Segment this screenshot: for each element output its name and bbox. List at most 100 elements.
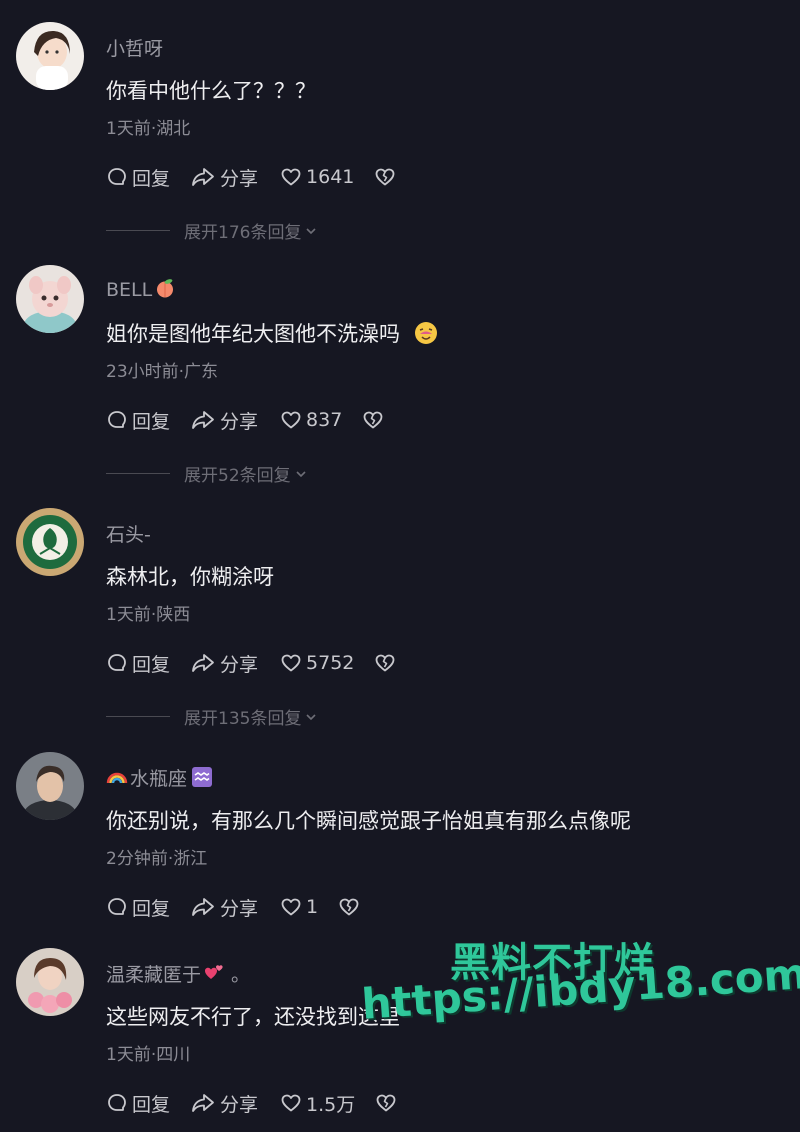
dislike-button[interactable] (362, 409, 388, 431)
like-button[interactable]: 1 (280, 896, 318, 918)
comment-actions: 回复 分享 1.5万 (106, 1090, 401, 1116)
share-label: 分享 (220, 653, 259, 676)
comment-actions: 回复 分享 1641 (106, 164, 400, 190)
username[interactable]: BELL (106, 277, 176, 301)
broken-heart-icon (376, 1094, 396, 1112)
comment-text: 姐你是图他年纪大图他不洗澡吗 (106, 318, 439, 348)
share-label: 分享 (220, 410, 259, 433)
comment-icon (108, 898, 126, 915)
avatar[interactable] (16, 265, 84, 333)
like-count: 1 (306, 896, 319, 918)
username[interactable]: 石头- (106, 520, 151, 547)
share-icon (192, 1094, 214, 1112)
like-count: 5752 (306, 652, 355, 674)
share-icon (192, 898, 214, 916)
comment-icon (108, 411, 126, 428)
expand-replies-label: 展开135条回复 (184, 709, 302, 729)
comment-text: 你还别说，有那么几个瞬间感觉跟子怡姐真有那么点像呢 (106, 809, 631, 833)
reply-label: 回复 (132, 1093, 171, 1116)
broken-heart-icon (363, 411, 383, 429)
like-count: 837 (306, 409, 343, 431)
reply-button[interactable]: 回复 (106, 407, 170, 434)
share-icon (192, 411, 214, 429)
watermark-overlay: 黑料不打烊 https://ibdy18.com (360, 930, 800, 1060)
reply-button[interactable]: 回复 (106, 894, 170, 921)
chevron-down-icon (296, 470, 306, 477)
like-button[interactable]: 837 (280, 409, 342, 431)
rainbow-emoji-icon (106, 772, 128, 784)
heart-icon (281, 1094, 301, 1112)
username-suffix: 。 (231, 964, 251, 986)
divider-line (106, 716, 170, 717)
watermark-url: https://ibdy18.com (360, 948, 800, 1029)
reply-label: 回复 (132, 167, 171, 190)
comment-actions: 回复 分享 5752 (106, 650, 400, 676)
expand-replies[interactable]: 展开135条回复 (106, 704, 318, 729)
share-button[interactable]: 分享 (190, 894, 258, 921)
like-button[interactable]: 5752 (280, 652, 354, 674)
chevron-down-icon (306, 227, 317, 234)
peach-emoji-icon (157, 279, 174, 298)
comment-actions: 回复 分享 837 (106, 407, 388, 433)
share-label: 分享 (220, 1093, 259, 1116)
expand-replies-label: 展开176条回复 (184, 223, 302, 243)
username-text: 水瓶座 (130, 768, 188, 790)
expand-replies-label: 展开52条回复 (184, 466, 291, 486)
heart-icon (281, 168, 301, 186)
comment-meta: 23小时前·广东 (106, 362, 219, 382)
aquarius-emoji-icon (192, 767, 213, 787)
comment-meta: 1天前·四川 (106, 1045, 191, 1065)
reply-label: 回复 (132, 653, 171, 676)
share-button[interactable]: 分享 (190, 164, 258, 191)
reply-button[interactable]: 回复 (106, 164, 170, 191)
comment-icon (108, 1094, 126, 1111)
broken-heart-icon (339, 898, 359, 916)
username-text: 温柔藏匿于 (106, 964, 202, 986)
share-icon (192, 654, 214, 672)
comment-text: 这些网友不行了，还没找到这里 (106, 1005, 400, 1029)
heart-icon (281, 411, 301, 429)
username[interactable]: 水瓶座 (106, 764, 213, 791)
username-text: BELL (106, 279, 153, 301)
share-button[interactable]: 分享 (190, 1090, 258, 1117)
broken-heart-icon (375, 654, 395, 672)
dislike-button[interactable] (374, 166, 400, 188)
reply-label: 回复 (132, 897, 171, 920)
comment-actions: 回复 分享 1 (106, 894, 364, 920)
username[interactable]: 小哲呀 (106, 34, 163, 61)
dislike-button[interactable] (375, 1092, 401, 1114)
avatar[interactable] (16, 948, 84, 1016)
comment-text: 你看中他什么了？？？ (106, 79, 316, 103)
two-hearts-emoji-icon (205, 965, 223, 979)
dislike-button[interactable] (338, 896, 364, 918)
comment-meta: 1天前·陕西 (106, 605, 191, 625)
comment-icon (108, 654, 126, 671)
reply-button[interactable]: 回复 (106, 650, 170, 677)
like-button[interactable]: 1641 (280, 166, 354, 188)
expand-replies[interactable]: 展开52条回复 (106, 461, 308, 486)
avatar[interactable] (16, 508, 84, 576)
username[interactable]: 温柔藏匿于 。 (106, 960, 250, 987)
dislike-button[interactable] (374, 652, 400, 674)
share-label: 分享 (220, 167, 259, 190)
share-button[interactable]: 分享 (190, 650, 258, 677)
heart-icon (281, 654, 301, 672)
reply-button[interactable]: 回复 (106, 1090, 170, 1117)
share-icon (192, 168, 214, 186)
broken-heart-icon (375, 168, 395, 186)
like-button[interactable]: 1.5万 (280, 1090, 355, 1117)
chevron-down-icon (306, 713, 317, 720)
share-button[interactable]: 分享 (190, 407, 258, 434)
avatar[interactable] (16, 752, 84, 820)
reply-label: 回复 (132, 410, 171, 433)
comment-meta: 2分钟前·浙江 (106, 849, 208, 869)
expand-replies[interactable]: 展开176条回复 (106, 218, 318, 243)
comment-icon (108, 168, 126, 185)
comment-text: 森林北，你糊涂呀 (106, 565, 274, 589)
share-label: 分享 (220, 897, 259, 920)
heart-icon (281, 898, 301, 916)
drooling-emoji-icon (414, 322, 437, 344)
divider-line (106, 473, 170, 474)
like-count: 1.5万 (306, 1093, 356, 1116)
avatar[interactable] (16, 22, 84, 90)
